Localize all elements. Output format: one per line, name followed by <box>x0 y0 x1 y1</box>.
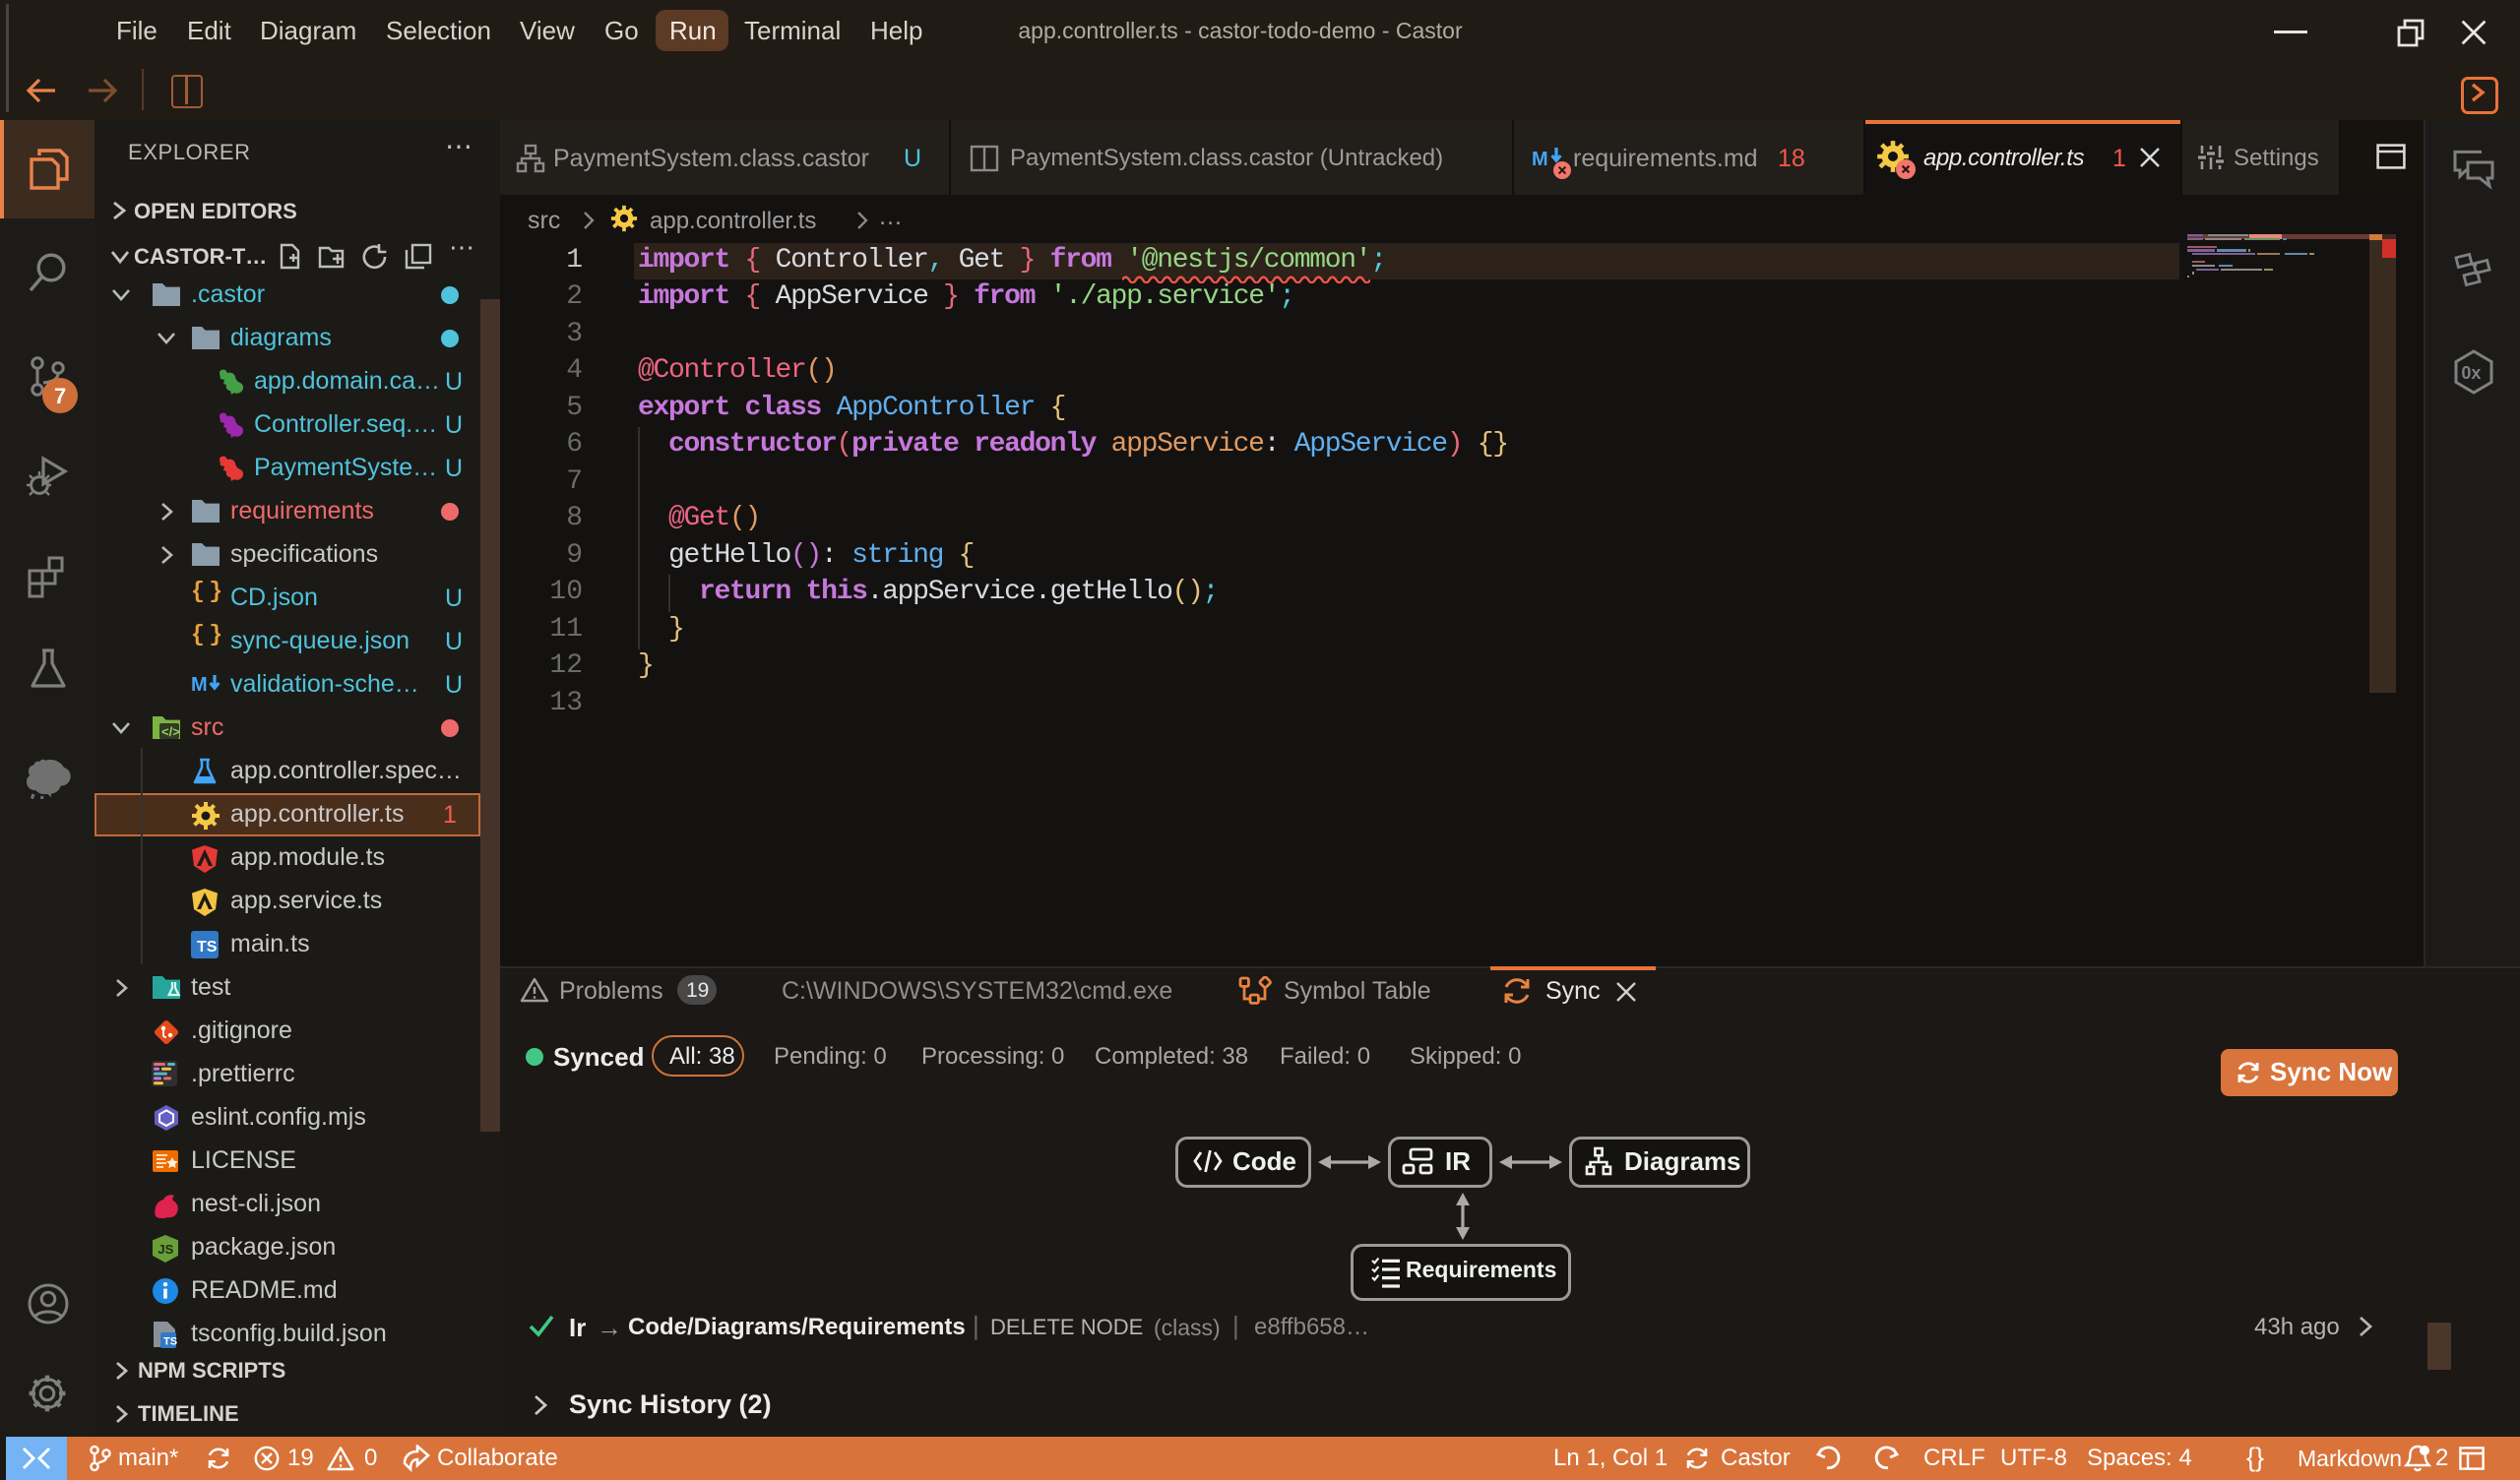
svg-text:JS: JS <box>158 1242 173 1257</box>
svg-text:0x: 0x <box>2461 363 2481 383</box>
svg-text:TS: TS <box>163 1336 177 1348</box>
svg-text:</>: </> <box>161 724 180 739</box>
svg-text:M: M <box>1532 149 1548 170</box>
svg-text:TS: TS <box>197 939 218 956</box>
svg-text:M: M <box>191 674 208 695</box>
